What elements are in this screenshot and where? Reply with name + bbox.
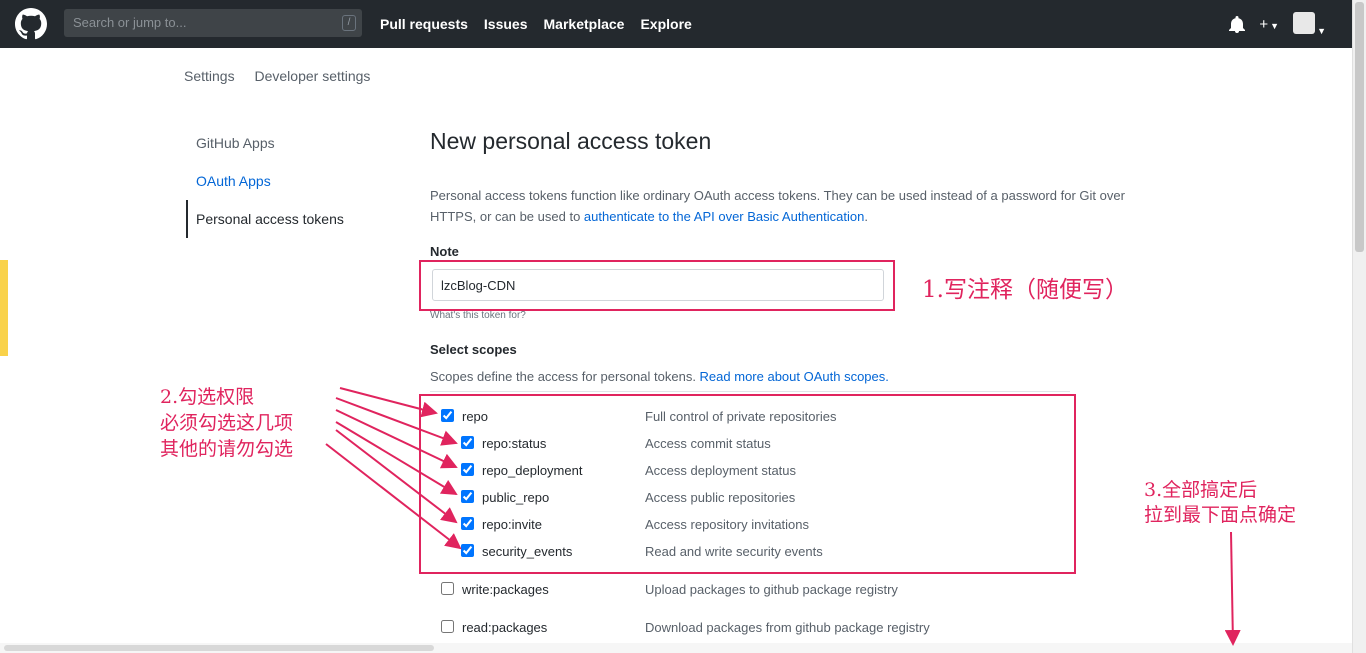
basic-auth-link[interactable]: authenticate to the API over Basic Authe… [584, 209, 864, 224]
search-shortcut-badge: / [342, 15, 356, 31]
sidebar-item-personal-access-tokens[interactable]: Personal access tokens [186, 200, 396, 238]
scopes-description: Scopes define the access for personal to… [430, 369, 889, 384]
scopes-description-text: Scopes define the access for personal to… [430, 369, 700, 384]
github-logo-icon[interactable] [15, 8, 47, 40]
scope-row-read-packages: read:packages Download packages from git… [0, 617, 1100, 639]
avatar [1293, 12, 1316, 34]
annotation-step2-line: 2.勾选权限 [160, 386, 255, 408]
arrow-scroll-down [1224, 531, 1241, 646]
nav-explore[interactable]: Explore [640, 16, 691, 32]
nav-pull-requests[interactable]: Pull requests [380, 16, 468, 32]
chevron-down-icon: ▼ [1317, 26, 1326, 36]
scope-description: Upload packages to github package regist… [645, 582, 898, 597]
description-text: . [864, 209, 868, 224]
annotation-step1: 1.写注释（随便写） [922, 277, 1128, 303]
side-marker [0, 260, 8, 356]
scopes-label: Select scopes [430, 342, 517, 357]
developer-settings-sidebar: GitHub Apps OAuth Apps Personal access t… [186, 124, 396, 238]
nav-marketplace[interactable]: Marketplace [544, 16, 625, 32]
scope-name: write:packages [462, 582, 549, 597]
bell-icon[interactable] [1229, 15, 1246, 34]
create-new-button[interactable]: + ▼ [1259, 16, 1279, 33]
search-placeholder: Search or jump to... [73, 15, 187, 30]
horizontal-scrollbar[interactable] [0, 643, 1352, 653]
scope-description: Download packages from github package re… [645, 620, 930, 635]
note-help-text: What's this token for? [430, 310, 526, 321]
annotation-step3-line: 拉到最下面点确定 [1144, 504, 1297, 526]
breadcrumb-developer-settings[interactable]: Developer settings [254, 68, 370, 84]
annotation-step2-line: 其他的请勿勾选 [160, 438, 294, 460]
sidebar-item-github-apps[interactable]: GitHub Apps [186, 124, 396, 162]
scopes-highlight-box [419, 394, 1076, 574]
note-highlight-box [419, 260, 895, 311]
divider [430, 391, 1070, 392]
search-input[interactable]: Search or jump to... / [64, 9, 362, 37]
vertical-scrollbar[interactable] [1352, 0, 1366, 653]
plus-icon: + [1259, 16, 1269, 33]
annotation-step2-line: 必须勾选这几项 [160, 412, 294, 434]
sidebar-item-oauth-apps[interactable]: OAuth Apps [186, 162, 396, 200]
page-description: Personal access tokens function like ord… [430, 185, 1190, 227]
nav-issues[interactable]: Issues [484, 16, 528, 32]
scope-checkbox-write-packages[interactable] [441, 582, 454, 595]
oauth-scopes-link[interactable]: Read more about OAuth scopes. [700, 369, 889, 384]
breadcrumb: Settings Developer settings [184, 68, 386, 84]
chevron-down-icon: ▼ [1270, 21, 1280, 31]
scrollbar-thumb[interactable] [4, 645, 434, 651]
breadcrumb-settings[interactable]: Settings [184, 68, 235, 84]
page-title: New personal access token [430, 128, 712, 154]
annotation-step3: 3.全部搞定后 拉到最下面点确定 [1144, 478, 1296, 528]
scope-checkbox-read-packages[interactable] [441, 620, 454, 633]
annotation-step3-line: 3.全部搞定后 [1144, 479, 1258, 501]
scrollbar-thumb[interactable] [1355, 2, 1364, 252]
header-actions: + ▼ ▼ [1229, 12, 1326, 37]
annotation-step2: 2.勾选权限 必须勾选这几项 其他的请勿勾选 [160, 384, 293, 462]
description-text: HTTPS, or can be used to [430, 209, 584, 224]
scope-row-write-packages: write:packages Upload packages to github… [0, 579, 1100, 601]
scope-name: read:packages [462, 620, 548, 635]
top-header: Search or jump to... / Pull requests Iss… [0, 0, 1352, 48]
main-nav: Pull requests Issues Marketplace Explore [380, 0, 708, 48]
user-menu-button[interactable]: ▼ [1293, 12, 1326, 37]
description-text: Personal access tokens function like ord… [430, 188, 1125, 203]
note-label: Note [430, 244, 459, 259]
